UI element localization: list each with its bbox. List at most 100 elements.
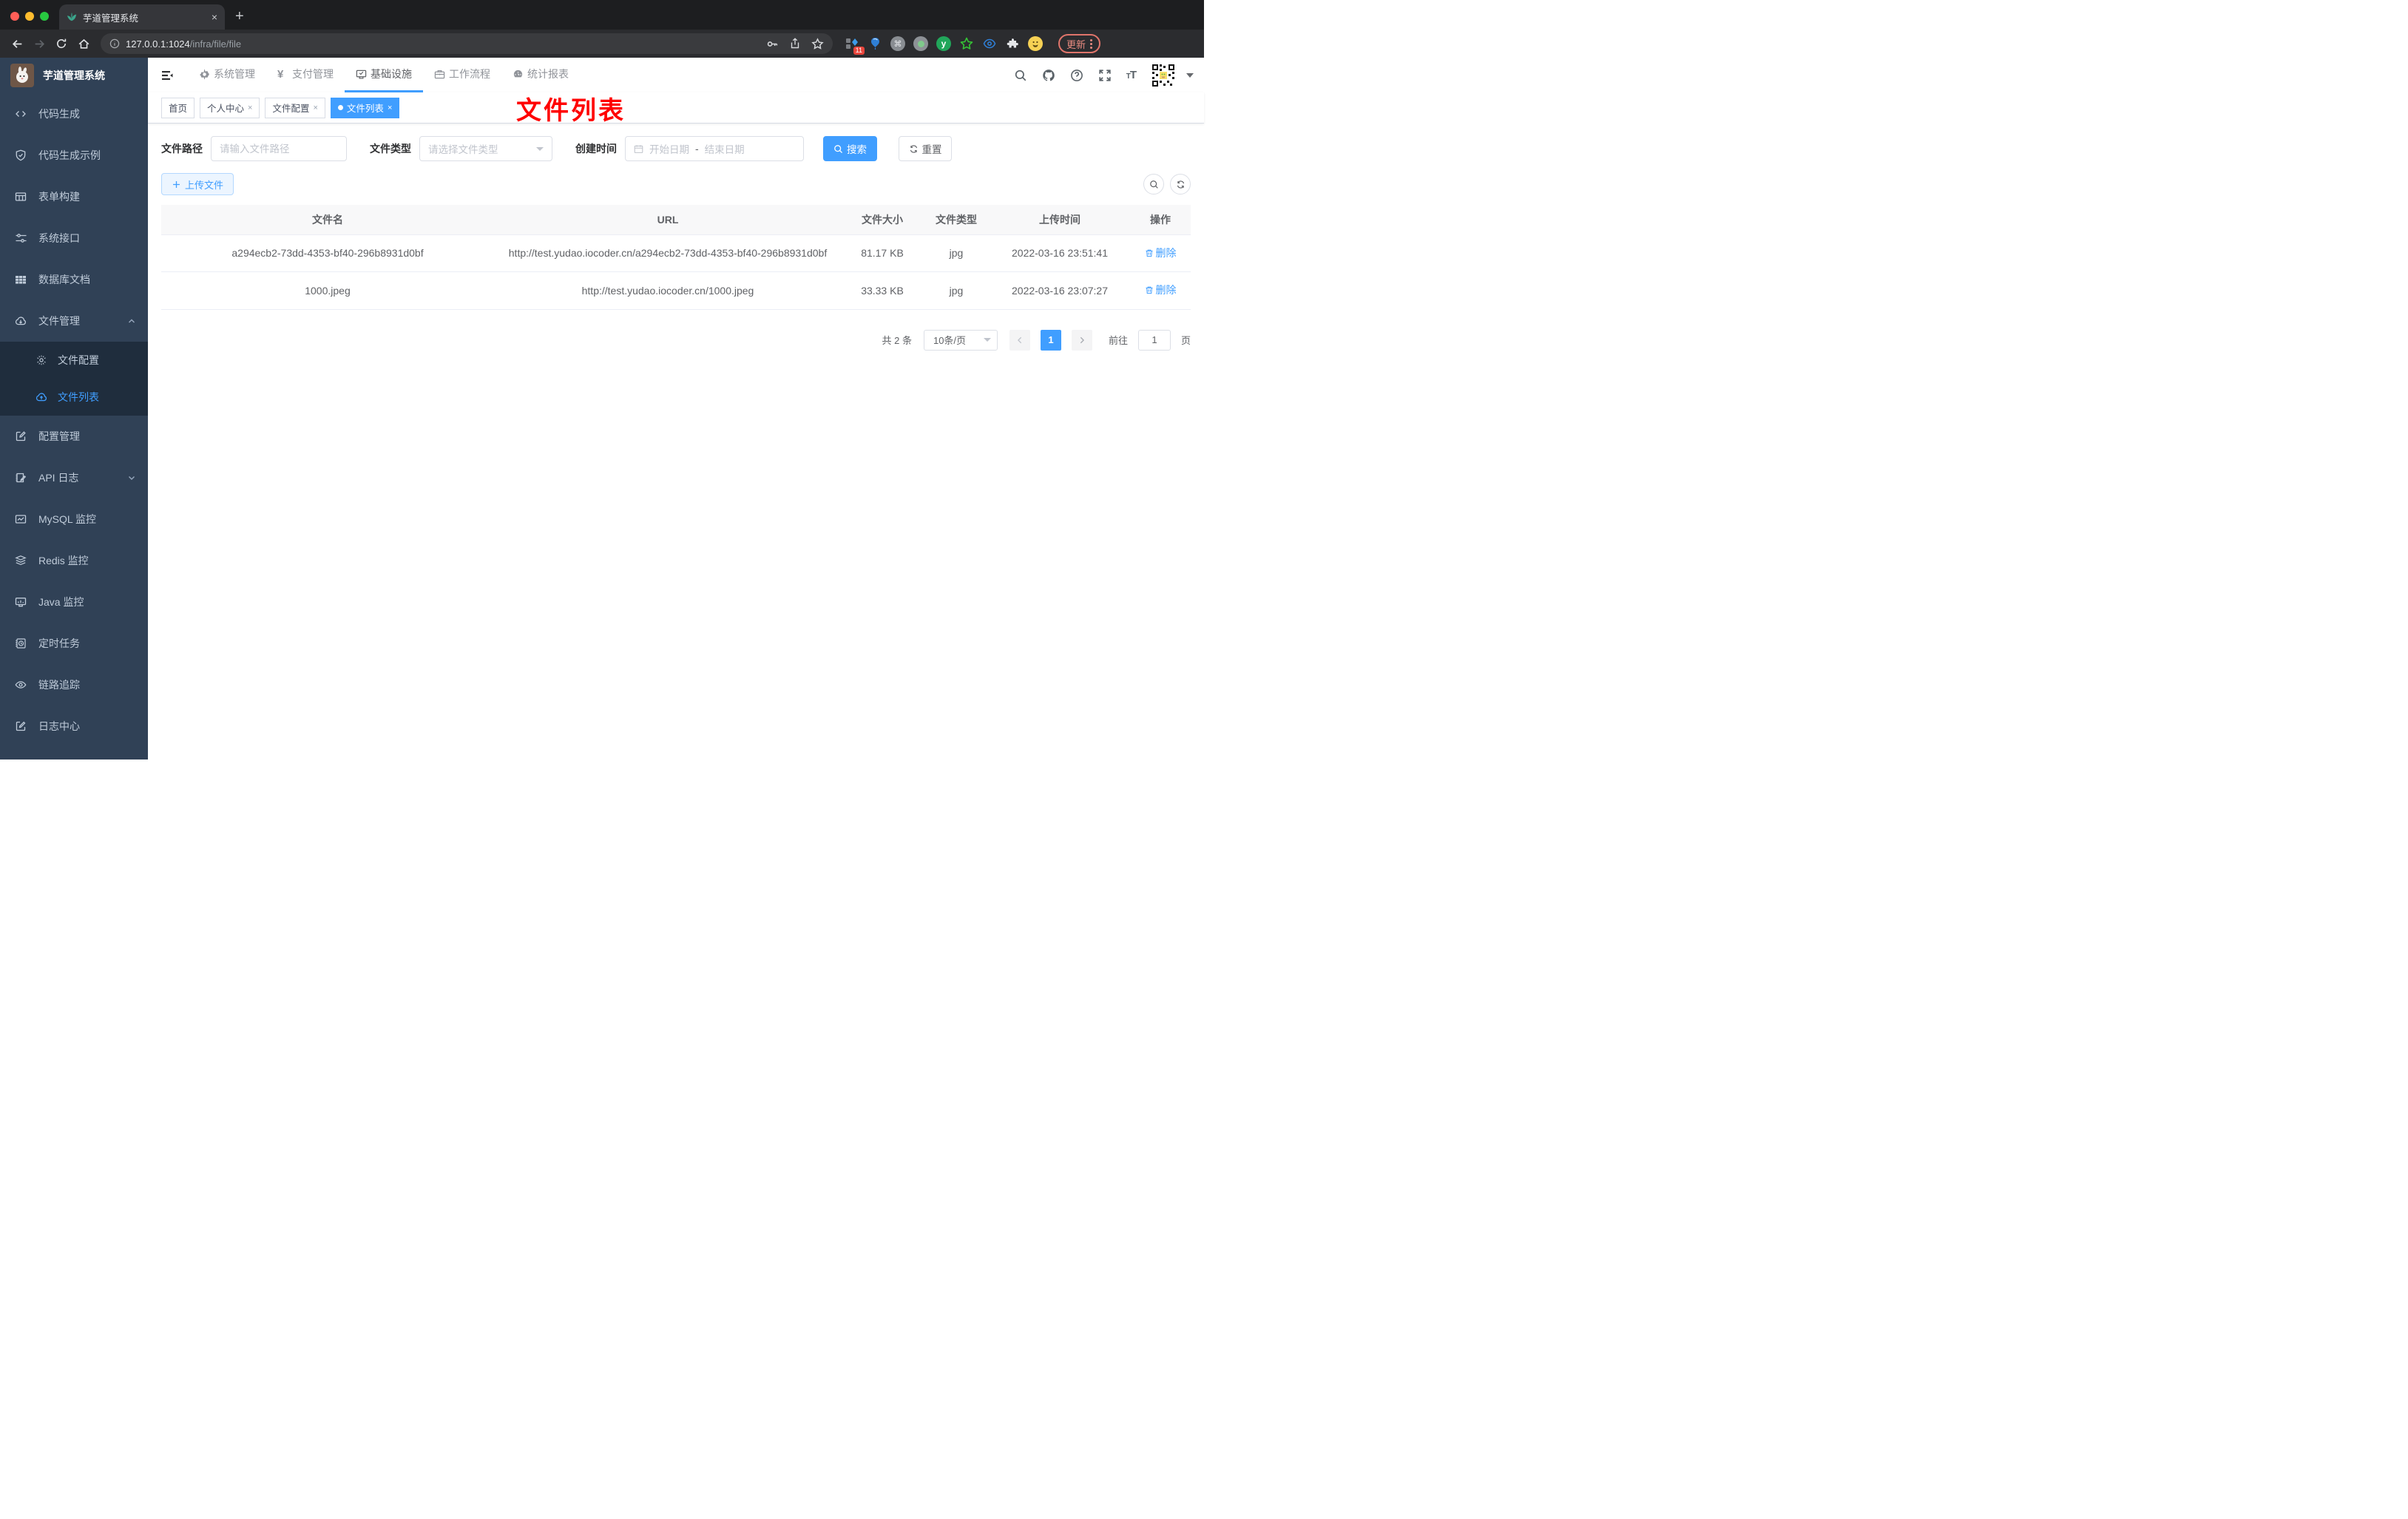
sidebar-item-cron-job[interactable]: 定时任务 [0,623,148,664]
file-path-input[interactable] [220,143,338,155]
reset-button[interactable]: 重置 [899,136,952,161]
delete-button[interactable]: 删除 [1145,282,1177,298]
extension-puzzle-icon[interactable] [1005,36,1020,51]
sidebar-item-code-gen-example[interactable]: 代码生成示例 [0,135,148,176]
next-page-button[interactable] [1071,329,1092,351]
browser-tab[interactable]: 芋道管理系统 × [59,4,225,30]
back-icon[interactable] [7,34,27,53]
password-key-icon[interactable] [766,38,779,50]
page-number-current[interactable]: 1 [1040,329,1061,351]
hamburger-icon[interactable] [152,58,182,92]
page-size-select[interactable]: 10条/页 [923,329,998,351]
sidebar-item-system-api[interactable]: 系统接口 [0,217,148,259]
browser-update-button[interactable]: 更新 [1058,34,1101,53]
cloud-download-icon [15,317,26,325]
share-icon[interactable] [789,38,801,50]
file-type-select[interactable]: 请选择文件类型 [419,136,552,161]
tab-close-icon[interactable]: × [212,11,217,23]
sidebar-item-form-builder[interactable]: 表单构建 [0,176,148,217]
sidebar-item-code-gen[interactable]: 代码生成 [0,93,148,135]
sidebar-item-tracing[interactable]: 链路追踪 [0,664,148,706]
address-bar[interactable]: 127.0.0.1:1024/infra/file/file [101,33,833,54]
help-icon[interactable] [1070,69,1083,82]
sidebar-item-label: 代码生成 [38,108,80,120]
refresh-table-button[interactable] [1170,174,1191,194]
sidebar-item-java-monitor[interactable]: Java 监控 [0,581,148,623]
window-minimize-button[interactable] [25,12,34,21]
tag-close-icon[interactable]: × [313,104,317,112]
top-nav-report[interactable]: 统计报表 [501,58,580,92]
extension-grid-icon[interactable]: 11 [845,36,865,55]
sidebar-item-db-doc[interactable]: 数据库文档 [0,259,148,300]
github-icon[interactable] [1042,69,1055,82]
extension-emoji-icon[interactable] [1028,36,1043,51]
sidebar-item-log-center[interactable]: 日志中心 [0,706,148,747]
extension-star-icon[interactable] [959,36,974,51]
extension-y-icon[interactable]: y [936,36,951,51]
home-icon[interactable] [74,34,93,53]
cell-url: http://test.yudao.iocoder.cn/1000.jpeg [494,271,842,310]
top-nav-pay[interactable]: ¥ 支付管理 [266,58,345,92]
edit-square-icon [16,431,26,442]
top-nav-system[interactable]: 系统管理 [188,58,266,92]
search-button[interactable]: 搜索 [823,136,877,161]
layers-icon [15,555,27,566]
sidebar-item-label: API 日志 [38,472,79,484]
chart-monitor-icon [15,515,27,524]
main-area: 系统管理 ¥ 支付管理 基础设施 工作流程 统计报表 TT 首页 个人中心 × … [148,58,1204,760]
yen-icon: ¥ [277,67,284,81]
tag-profile[interactable]: 个人中心 × [200,97,260,118]
search-icon[interactable] [1014,69,1027,82]
extension-dot-icon[interactable] [913,36,928,51]
sidebar-item-file-manage[interactable]: 文件管理 [0,300,148,342]
sidebar-item-file-list[interactable]: 文件列表 [0,379,148,416]
site-info-icon[interactable] [109,38,120,49]
cell-file-size: 33.33 KB [842,271,923,310]
reload-icon[interactable] [52,34,71,53]
window-zoom-button[interactable] [40,12,49,21]
prev-page-button[interactable] [1009,329,1030,351]
tag-file-config[interactable]: 文件配置 × [265,97,325,118]
sidebar-item-config-manage[interactable]: 配置管理 [0,416,148,457]
tag-close-icon[interactable]: × [388,104,392,112]
avatar[interactable] [1151,62,1176,88]
hide-search-button[interactable] [1143,174,1164,194]
goto-label: 前往 [1108,335,1128,347]
page-size-value: 10条/页 [933,335,967,347]
cloud-upload-icon [35,393,47,402]
font-size-icon[interactable]: TT [1126,69,1137,81]
delete-label: 删除 [1155,284,1177,297]
sidebar-item-file-config[interactable]: 文件配置 [0,342,148,379]
tag-close-icon[interactable]: × [248,104,252,112]
delete-button[interactable]: 删除 [1145,245,1177,261]
goto-page-input[interactable] [1137,329,1171,351]
trash-icon [1146,249,1152,257]
tag-home[interactable]: 首页 [161,97,195,118]
plus-icon [173,180,180,188]
avatar-caret-icon[interactable] [1186,72,1194,78]
sidebar-logo[interactable]: 芋道管理系统 [0,58,148,93]
top-nav-infra[interactable]: 基础设施 [345,58,423,92]
date-end-placeholder[interactable]: 结束日期 [705,141,745,156]
cell-url: http://test.yudao.iocoder.cn/a294ecb2-73… [494,234,842,273]
bookmark-star-icon[interactable] [811,37,824,50]
upload-file-button[interactable]: 上传文件 [161,173,234,195]
window-controls[interactable] [0,12,59,30]
forward-icon[interactable] [30,34,49,53]
app-root: 芋道管理系统 代码生成 代码生成示例 表单构建 系统接口 数据库文档 文件管理 … [0,58,1204,760]
extension-balloon-icon[interactable] [868,36,882,51]
top-nav-workflow[interactable]: 工作流程 [423,58,501,92]
new-tab-button[interactable]: + [235,8,244,30]
date-range-picker[interactable]: 开始日期 - 结束日期 [625,136,804,161]
sidebar-item-redis-monitor[interactable]: Redis 监控 [0,540,148,581]
window-close-button[interactable] [10,12,19,21]
extension-eye-icon[interactable] [982,36,997,51]
sidebar-item-api-log[interactable]: API 日志 [0,457,148,498]
date-start-placeholder[interactable]: 开始日期 [649,141,689,156]
tag-file-list[interactable]: 文件列表 × [330,97,400,118]
browser-menu-icon[interactable] [1090,38,1093,49]
extension-command-icon[interactable]: ⌘ [890,36,905,51]
top-nav-label: 支付管理 [292,68,334,80]
sidebar-item-mysql-monitor[interactable]: MySQL 监控 [0,498,148,540]
fullscreen-icon[interactable] [1098,69,1112,82]
